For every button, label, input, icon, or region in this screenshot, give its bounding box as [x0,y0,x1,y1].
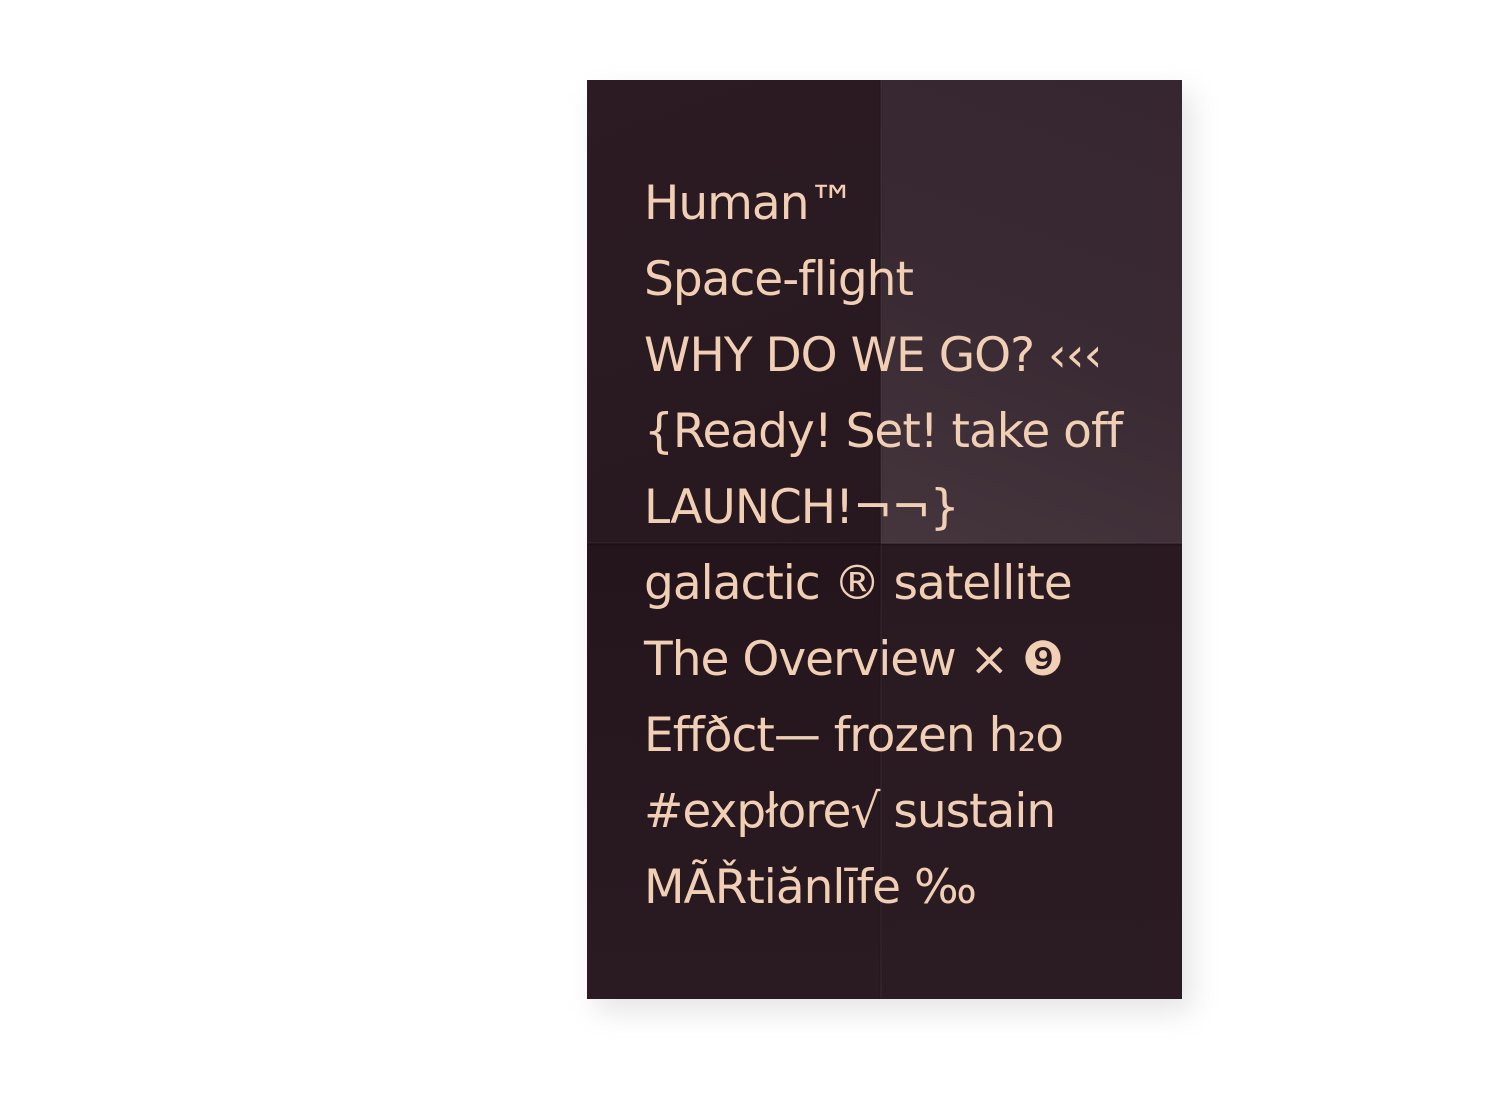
poster-line-3: WHY DO WE GO? ‹‹‹ [644,328,1102,383]
poster-text-block: Human™ Space-flight WHY DO WE GO? ‹‹‹ {R… [644,166,1174,926]
poster-line-2: Space-flight [644,252,914,307]
folded-poster: Human™ Space-flight WHY DO WE GO? ‹‹‹ {R… [587,80,1182,999]
poster-line-6: galactic ® satellite [644,556,1073,611]
poster-line-10: MÃŘtiănlīfe ‰ [644,860,977,915]
poster-line-8: Effðct— frozen h₂o [644,708,1064,763]
page-background: Human™ Space-flight WHY DO WE GO? ‹‹‹ {R… [0,0,1500,1117]
poster-line-1: Human™ [644,176,856,231]
poster-line-9: #expłore√ sustain [644,784,1056,839]
poster-line-7: The Overview × ❾ [644,632,1064,687]
poster-line-4: {Ready! Set! take off [644,404,1123,459]
poster-line-5: LAUNCH!¬¬} [644,480,960,535]
